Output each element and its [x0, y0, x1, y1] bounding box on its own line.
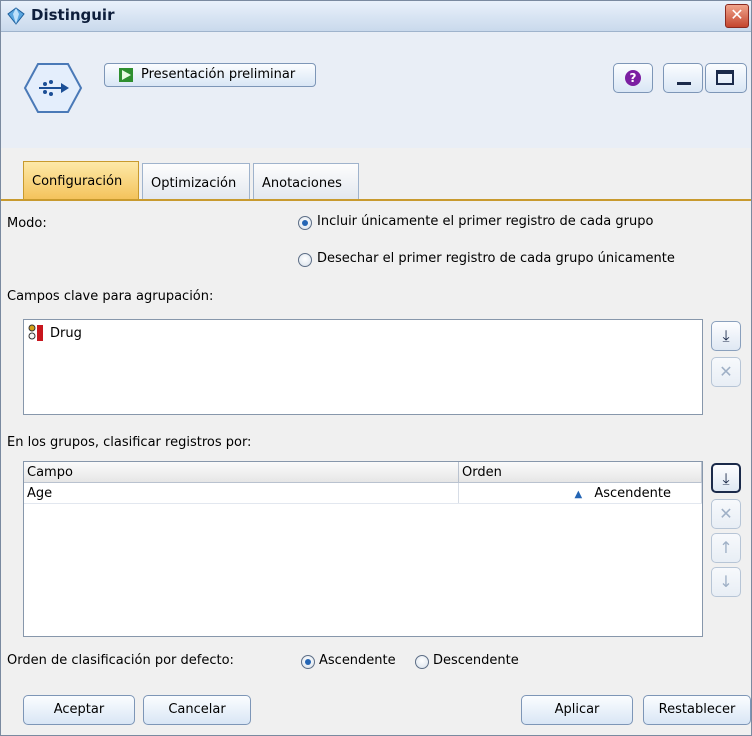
table-row[interactable]: Age ▲ Ascendente — [24, 482, 702, 504]
sort-grid: Campo Orden Age ▲ Ascendente — [24, 462, 702, 504]
flag-field-icon — [28, 324, 43, 341]
preview-label: Presentación preliminar — [141, 67, 296, 82]
cancel-button[interactable]: Cancelar — [143, 695, 251, 725]
default-sort-label: Orden de clasificación por defecto: — [7, 653, 234, 668]
row-order-value: Ascendente — [594, 485, 671, 501]
close-button[interactable]: ✕ — [725, 4, 749, 28]
ascending-arrow-icon: ▲ — [574, 488, 583, 500]
cancel-label: Cancelar — [168, 702, 226, 717]
tab-optimizacion[interactable]: Optimización — [142, 163, 250, 199]
mode-include-radio[interactable] — [298, 216, 312, 230]
pick-key-field-button[interactable]: ⤓ — [711, 321, 741, 351]
key-fields-label: Campos clave para agrupación: — [7, 289, 214, 304]
ok-label: Aceptar — [53, 702, 105, 717]
mode-include-label[interactable]: Incluir únicamente el primer registro de… — [317, 214, 653, 229]
key-field-name: Drug — [50, 326, 82, 341]
row-order-cell[interactable]: ▲ Ascendente — [458, 482, 702, 504]
sort-records-label: En los grupos, clasificar registros por: — [7, 435, 252, 450]
help-button[interactable]: ? — [613, 63, 653, 93]
preview-button[interactable]: Presentación preliminar — [104, 63, 316, 87]
remove-x-icon: ✕ — [719, 362, 733, 381]
close-icon: ✕ — [730, 5, 744, 24]
tab-anotaciones[interactable]: Anotaciones — [253, 163, 359, 199]
tab-label: Anotaciones — [262, 176, 342, 191]
preview-play-icon — [119, 68, 133, 82]
help-icon: ? — [625, 70, 641, 86]
reset-label: Restablecer — [658, 702, 736, 717]
remove-sort-field-button[interactable]: ✕ — [711, 499, 741, 529]
dialog-window: Distinguir ✕ Presentación preliminar ? C… — [0, 0, 752, 736]
mode-discard-label[interactable]: Desechar el primer registro de cada grup… — [317, 251, 675, 266]
move-up-button[interactable]: ↑ — [711, 533, 741, 563]
tab-label: Optimización — [151, 176, 237, 191]
key-fields-list[interactable]: Drug — [23, 319, 703, 415]
distinct-node-icon — [23, 63, 83, 113]
field-picker-icon: ⤓ — [722, 326, 730, 345]
default-descending-radio[interactable] — [415, 655, 429, 669]
mode-label: Modo: — [7, 216, 47, 231]
field-picker-icon: ⤓ — [722, 469, 730, 488]
sort-records-table[interactable]: Campo Orden Age ▲ Ascendente — [23, 461, 703, 637]
column-header-orden[interactable]: Orden — [458, 462, 702, 483]
reset-button[interactable]: Restablecer — [643, 695, 751, 725]
mode-discard-radio[interactable] — [298, 253, 312, 267]
window-title: Distinguir — [31, 6, 115, 24]
arrow-down-icon: ↓ — [719, 572, 733, 591]
apply-button[interactable]: Aplicar — [521, 695, 633, 725]
tab-configuracion[interactable]: Configuración — [23, 161, 139, 199]
default-ascending-label[interactable]: Ascendente — [319, 653, 396, 668]
remove-key-field-button[interactable]: ✕ — [711, 357, 741, 387]
remove-x-icon: ✕ — [719, 504, 733, 523]
title-bar[interactable]: Distinguir ✕ — [1, 1, 751, 32]
maximize-icon — [716, 70, 734, 85]
arrow-up-icon: ↑ — [719, 538, 733, 557]
move-down-button[interactable]: ↓ — [711, 567, 741, 597]
minimize-icon — [677, 82, 691, 85]
row-field-cell[interactable]: Age — [24, 482, 459, 504]
column-header-campo[interactable]: Campo — [24, 462, 459, 483]
ok-button[interactable]: Aceptar — [23, 695, 135, 725]
default-ascending-radio[interactable] — [301, 655, 315, 669]
tab-label: Configuración — [32, 174, 123, 189]
default-descending-label[interactable]: Descendente — [433, 653, 519, 668]
minimize-button[interactable] — [663, 63, 703, 93]
app-diamond-icon — [7, 7, 25, 25]
pick-sort-field-button[interactable]: ⤓ — [711, 463, 741, 493]
maximize-button[interactable] — [705, 63, 747, 93]
apply-label: Aplicar — [554, 702, 600, 717]
